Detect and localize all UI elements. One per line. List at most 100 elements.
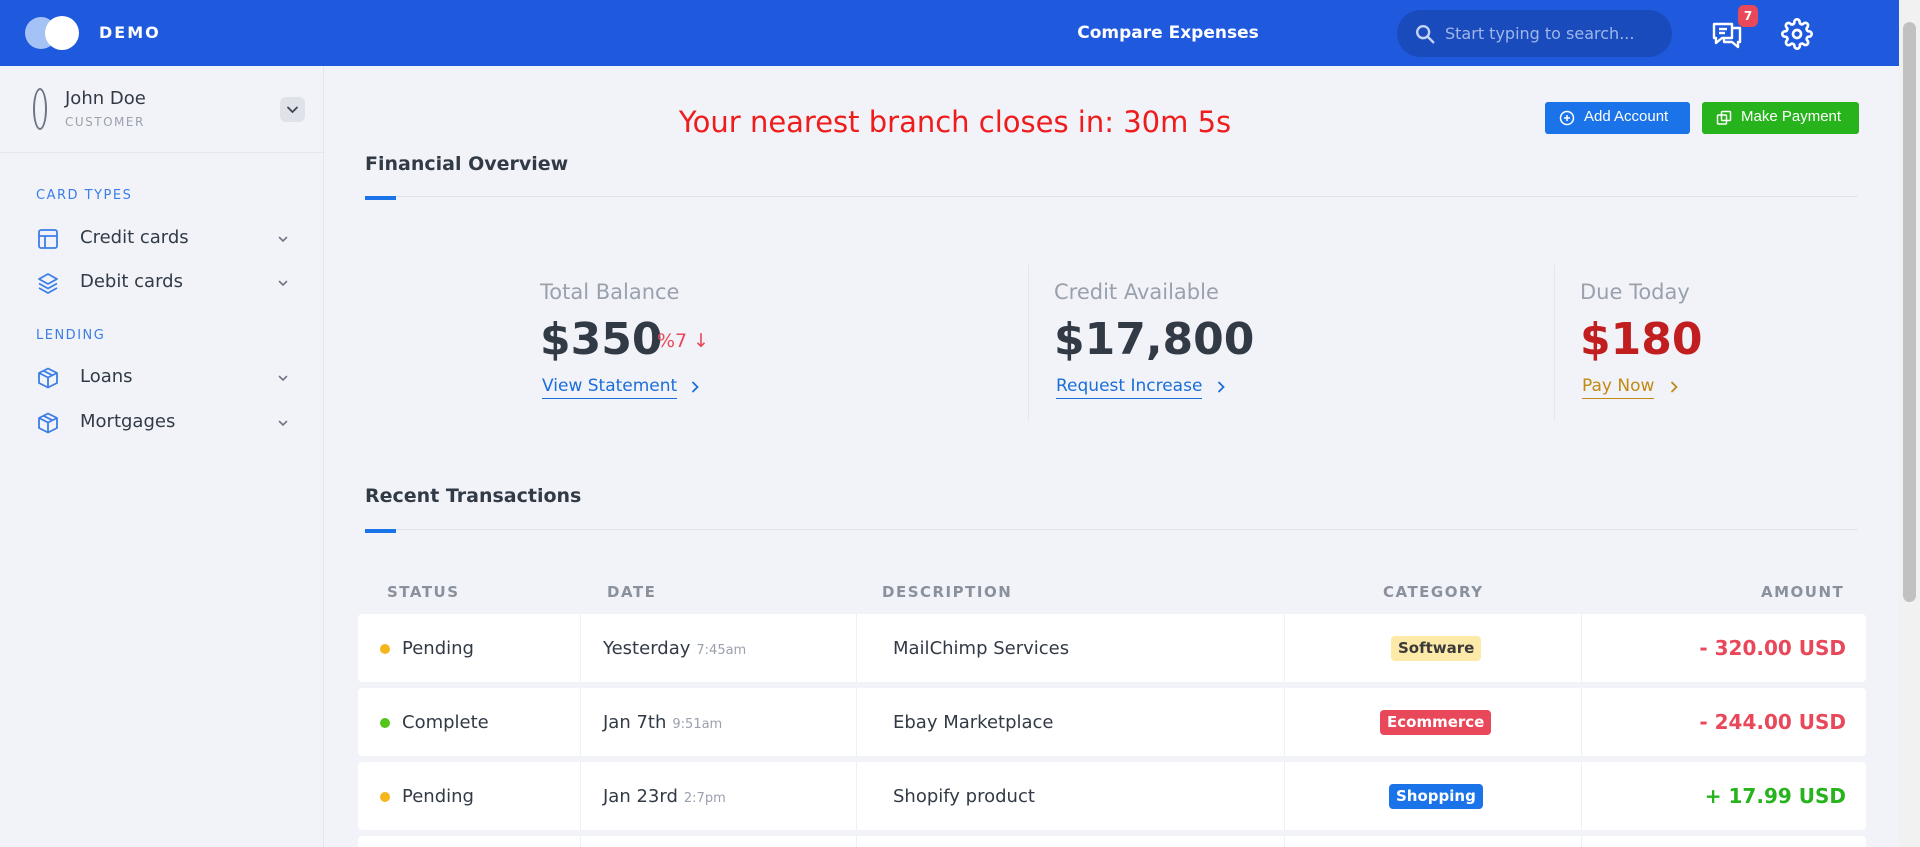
- chevron-right-icon: [692, 381, 699, 393]
- description-text: MailChimp Services: [893, 638, 1070, 659]
- status-text: Pending: [402, 638, 474, 659]
- pay-now-link[interactable]: Pay Now: [1582, 376, 1655, 399]
- table-row[interactable]: [358, 836, 1866, 847]
- stat-value: $17,800: [1054, 314, 1255, 365]
- user-panel: John Doe CUSTOMER: [0, 66, 323, 153]
- sidebar-item-label: Loans: [80, 366, 133, 387]
- branch-countdown: Your nearest branch closes in: 30m 5s: [678, 105, 1232, 139]
- date-text: Yesterday: [603, 638, 691, 659]
- scrollbar[interactable]: [1899, 0, 1920, 847]
- notification-badge: 7: [1738, 5, 1758, 27]
- cell-divider: [580, 762, 581, 830]
- brand-name: DEMO: [99, 23, 161, 42]
- category-badge: Shopping: [1389, 784, 1483, 809]
- scrollbar-thumb[interactable]: [1903, 22, 1916, 602]
- sidebar-item-credit-cards[interactable]: Credit cards: [30, 221, 300, 257]
- stat-divider: [1028, 265, 1029, 420]
- stat-label: Total Balance: [540, 280, 680, 304]
- status-dot: [380, 792, 390, 802]
- sidebar-item-debit-cards[interactable]: Debit cards: [30, 265, 300, 301]
- logo[interactable]: [25, 16, 83, 50]
- user-role: CUSTOMER: [65, 115, 145, 129]
- recent-transactions-title: Recent Transactions: [365, 485, 582, 507]
- stat-label: Due Today: [1580, 280, 1690, 304]
- chevron-down-icon: [278, 375, 288, 382]
- stat-value: $180: [1580, 314, 1703, 365]
- chevron-right-icon: [1671, 381, 1678, 393]
- date-cell: Jan 7th 9:51am: [603, 712, 722, 733]
- cell-divider: [856, 762, 857, 830]
- table-row[interactable]: Pending Yesterday 7:45am MailChimp Servic…: [358, 614, 1866, 682]
- avatar[interactable]: [33, 88, 47, 130]
- column-header-date[interactable]: DATE: [607, 583, 656, 601]
- table-row[interactable]: Pending Jan 23rd 2:7pm Shopify product Sh…: [358, 762, 1866, 830]
- description-text: Shopify product: [893, 786, 1035, 807]
- cell-divider: [1581, 836, 1582, 847]
- cell-divider: [580, 688, 581, 756]
- cell-divider: [856, 836, 857, 847]
- status-dot: [380, 644, 390, 654]
- user-menu-toggle[interactable]: [280, 97, 305, 122]
- divider: [365, 529, 1858, 530]
- search-input[interactable]: [1445, 18, 1655, 48]
- cell-divider: [1284, 688, 1285, 756]
- cell-divider: [1581, 688, 1582, 756]
- plus-circle-icon: [1559, 110, 1575, 126]
- cell-divider: [580, 836, 581, 847]
- amount-text: - 320.00 USD: [1699, 636, 1846, 660]
- cell-divider: [856, 688, 857, 756]
- settings-button[interactable]: [1781, 18, 1813, 50]
- column-header-amount[interactable]: AMOUNT: [1761, 583, 1844, 601]
- copy-icon: [1716, 110, 1732, 125]
- add-account-button[interactable]: Add Account: [1545, 102, 1690, 134]
- cell-divider: [1284, 614, 1285, 682]
- category-badge: Ecommerce: [1380, 710, 1492, 735]
- sidebar-item-mortgages[interactable]: Mortgages: [30, 405, 300, 441]
- status-dot: [380, 718, 390, 728]
- time-text: 7:45am: [696, 643, 747, 658]
- layout-icon: [38, 229, 58, 249]
- section-accent: [365, 529, 396, 533]
- status-text: Complete: [402, 712, 489, 733]
- stat-divider: [1554, 265, 1555, 420]
- date-text: Jan 7th: [603, 712, 667, 733]
- amount-text: + 17.99 USD: [1704, 784, 1846, 808]
- cell-divider: [1284, 762, 1285, 830]
- divider: [365, 196, 1858, 197]
- gear-icon: [1781, 18, 1813, 50]
- make-payment-button[interactable]: Make Payment: [1702, 102, 1859, 134]
- date-cell: Jan 23rd 2:7pm: [603, 786, 726, 807]
- column-header-status[interactable]: STATUS: [387, 583, 460, 601]
- search-icon: [1416, 25, 1435, 44]
- date-text: Jan 23rd: [603, 786, 678, 807]
- section-title-lending: LENDING: [36, 328, 106, 343]
- add-account-label: Add Account: [1584, 108, 1669, 125]
- time-text: 9:51am: [672, 717, 723, 732]
- sidebar-item-loans[interactable]: Loans: [30, 360, 300, 396]
- column-header-category[interactable]: CATEGORY: [1383, 583, 1484, 601]
- layers-icon: [38, 273, 58, 294]
- logo-toggle-knob: [45, 16, 79, 50]
- user-name: John Doe: [65, 88, 146, 109]
- box-icon: [38, 412, 58, 434]
- view-statement-link[interactable]: View Statement: [542, 376, 678, 399]
- time-text: 2:7pm: [683, 791, 726, 806]
- description-text: Ebay Marketplace: [893, 712, 1054, 733]
- page-title: Compare Expenses: [1077, 23, 1259, 43]
- top-bar: DEMO Compare Expenses 7: [0, 0, 1920, 66]
- box-icon: [38, 367, 58, 389]
- cell-divider: [1581, 762, 1582, 830]
- sidebar-item-label: Credit cards: [80, 227, 189, 248]
- cell-divider: [856, 614, 857, 682]
- column-header-description[interactable]: DESCRIPTION: [882, 583, 1012, 601]
- amount-text: - 244.00 USD: [1699, 710, 1846, 734]
- search-box[interactable]: [1397, 10, 1672, 57]
- request-increase-link[interactable]: Request Increase: [1056, 376, 1203, 399]
- section-accent: [365, 196, 396, 200]
- cell-divider: [1284, 836, 1285, 847]
- chevron-down-icon: [278, 236, 288, 243]
- category-badge: Software: [1391, 636, 1482, 661]
- chevron-right-icon: [1218, 381, 1225, 393]
- cell-divider: [1581, 614, 1582, 682]
- table-row[interactable]: Complete Jan 7th 9:51am Ebay Marketplace …: [358, 688, 1866, 756]
